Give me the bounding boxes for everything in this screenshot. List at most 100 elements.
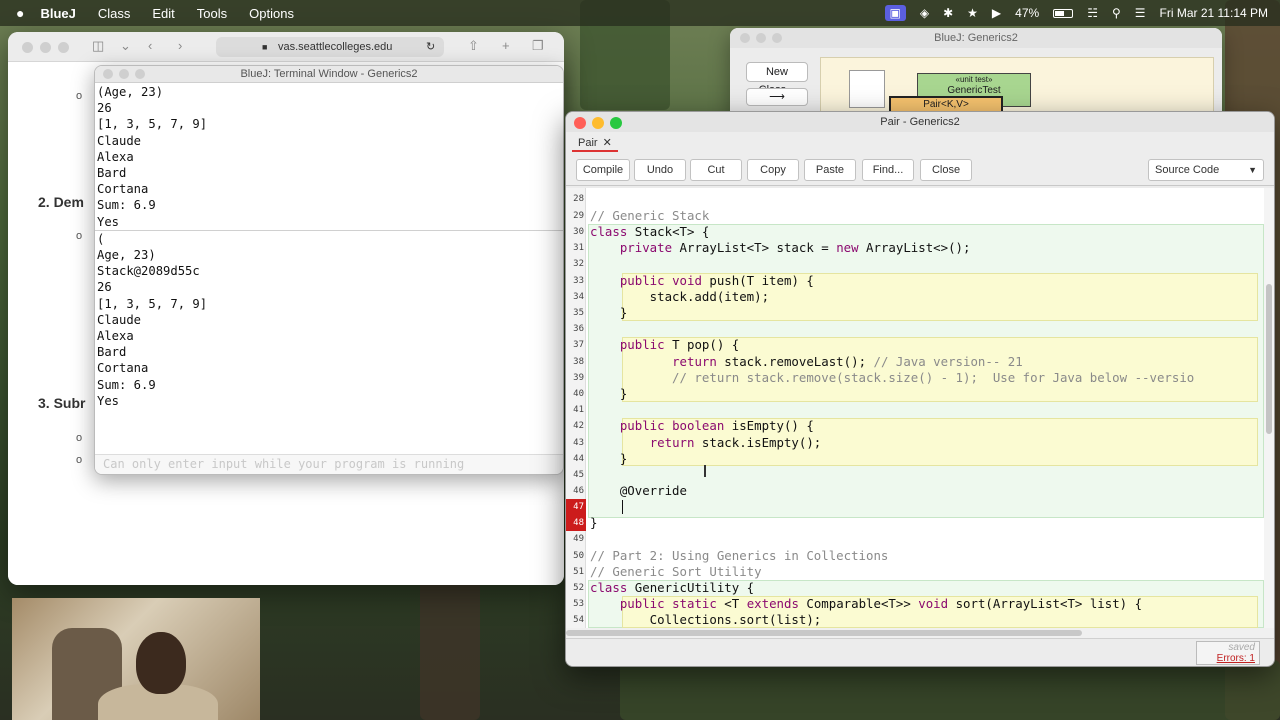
menu-item-edit[interactable]: Edit <box>152 6 174 21</box>
background-tree <box>620 660 1280 720</box>
cut-button[interactable]: Cut <box>690 159 742 181</box>
minimize-button[interactable] <box>756 33 766 43</box>
output-block-1: (Age, 23) 26 [1, 3, 5, 7, 9] Claude Alex… <box>95 84 563 230</box>
line-number: 51 <box>573 567 584 577</box>
editor-status-bar: saved Errors: 1 <box>566 638 1274 666</box>
terminal-input-field[interactable]: Can only enter input while your program … <box>95 454 563 474</box>
code-text: public static <T extends Comparable<T>> … <box>619 596 1143 611</box>
chevron-down-icon: ▼ <box>1248 165 1257 175</box>
code-line: 31 private ArrayList<T> stack = new Arra… <box>566 240 1274 256</box>
line-number: 50 <box>573 551 584 561</box>
menu-item-options[interactable]: Options <box>249 6 294 21</box>
lock-icon: ■ <box>262 42 268 52</box>
apple-icon[interactable]: ● <box>16 5 24 21</box>
network-icon[interactable]: ★ <box>967 6 978 20</box>
bluetooth-icon[interactable]: ✱ <box>943 6 953 20</box>
minimize-button[interactable] <box>40 42 51 53</box>
line-number-error[interactable]: 47 <box>566 499 586 516</box>
new-class-button[interactable]: New Class... <box>746 62 808 96</box>
close-button[interactable] <box>22 42 33 53</box>
scroll-thumb[interactable] <box>1266 284 1272 434</box>
output-line: Sum: 6.9 <box>97 377 156 392</box>
reload-icon[interactable]: ↻ <box>426 37 435 57</box>
zoom-button[interactable] <box>610 117 622 129</box>
line-number: 42 <box>573 421 584 431</box>
line-number: 52 <box>573 583 584 593</box>
sidebar-icon[interactable]: ◫ <box>92 38 104 54</box>
output-line: Bard <box>97 166 127 181</box>
line-number-error[interactable]: 48 <box>566 515 586 532</box>
code-line: 37 public T pop() { <box>566 337 1274 353</box>
battery-icon[interactable] <box>1053 8 1074 18</box>
line-number: 54 <box>573 615 584 625</box>
share-icon[interactable]: ⇧ <box>468 38 479 54</box>
back-icon[interactable]: ‹ <box>148 38 152 53</box>
line-number: 32 <box>573 259 584 269</box>
readme-icon[interactable] <box>849 70 885 108</box>
close-button[interactable] <box>574 117 586 129</box>
bullet: o <box>76 90 83 102</box>
search-icon[interactable]: ⚲ <box>1112 6 1121 20</box>
line-number: 34 <box>573 292 584 302</box>
chevron-down-icon[interactable]: ⌄ <box>120 38 131 54</box>
scroll-thumb[interactable] <box>566 630 1082 636</box>
menu-item-class[interactable]: Class <box>98 6 131 21</box>
control-center-icon[interactable]: ☰ <box>1135 6 1146 20</box>
stereotype-label: «unit test» <box>955 75 993 84</box>
code-text: public boolean isEmpty() { <box>619 418 814 433</box>
undo-button[interactable]: Undo <box>634 159 686 181</box>
compile-button[interactable]: Compile <box>576 159 630 181</box>
line-number: 53 <box>573 599 584 609</box>
zoom-button[interactable] <box>135 69 145 79</box>
zoom-button[interactable] <box>58 42 69 53</box>
menu-app-name[interactable]: BlueJ <box>40 6 75 21</box>
inheritance-arrow-button[interactable]: ⟶ <box>746 88 808 106</box>
forward-icon[interactable]: › <box>178 38 182 53</box>
play-icon[interactable]: ▶ <box>992 6 1001 20</box>
editor-window: Pair - Generics2 Pair ✕ Compile Undo Cut … <box>565 111 1275 667</box>
close-icon[interactable]: ✕ <box>603 137 612 149</box>
minimize-button[interactable] <box>119 69 129 79</box>
output-line: Sum: 6.9 <box>97 198 156 213</box>
code-line: 43 return stack.isEmpty(); <box>566 435 1274 451</box>
vertical-scrollbar[interactable] <box>1264 188 1274 628</box>
code-text: Collections.sort(list); <box>590 612 822 627</box>
close-button[interactable] <box>103 69 113 79</box>
horizontal-scrollbar[interactable] <box>566 628 1274 638</box>
sync-icon[interactable]: ◈ <box>920 6 929 20</box>
bluej-project-window: BlueJ: Generics2 New Class... ⟶ «unit te… <box>730 28 1222 123</box>
wifi-icon[interactable]: ☵ <box>1087 6 1098 20</box>
code-text: @Override <box>619 483 687 498</box>
view-mode-select[interactable]: Source Code ▼ <box>1148 159 1264 181</box>
line-number: 46 <box>573 486 584 496</box>
line-number: 35 <box>573 308 584 318</box>
output-line: Claude <box>97 133 142 148</box>
code-line: 30 class Stack<T> { <box>566 224 1274 240</box>
tabs-overview-icon[interactable]: ❐ <box>532 38 544 54</box>
menu-clock[interactable]: Fri Mar 21 11:14 PM <box>1160 6 1268 20</box>
tab-pair[interactable]: Pair ✕ <box>572 134 618 152</box>
zoom-button[interactable] <box>772 33 782 43</box>
code-text: private ArrayList<T> stack = new ArrayLi… <box>619 240 971 255</box>
output-line: Alexa <box>97 329 134 344</box>
code-line: 46 @Override <box>566 483 1274 499</box>
code-text: } <box>590 386 628 401</box>
code-line: 50 // Part 2: Using Generics in Collectio… <box>566 548 1274 564</box>
code-editor[interactable]: 28 29 // Generic Stack 30 class Stack<T> {… <box>566 188 1274 628</box>
address-bar[interactable]: ■ vas.seattlecolleges.edu ↻ <box>216 37 444 57</box>
copy-button[interactable]: Copy <box>747 159 799 181</box>
menu-item-tools[interactable]: Tools <box>197 6 227 21</box>
terminal-output[interactable]: (Age, 23) 26 [1, 3, 5, 7, 9] Claude Alex… <box>95 84 563 424</box>
close-button[interactable]: Close <box>920 159 972 181</box>
minimize-button[interactable] <box>592 117 604 129</box>
code-line: 51 // Generic Sort Utility <box>566 564 1274 580</box>
code-line: 42 public boolean isEmpty() { <box>566 418 1274 434</box>
paste-button[interactable]: Paste <box>804 159 856 181</box>
line-number: 49 <box>573 534 584 544</box>
errors-link[interactable]: Errors: 1 <box>1197 653 1255 664</box>
close-button[interactable] <box>740 33 750 43</box>
new-tab-icon[interactable]: + <box>502 38 510 53</box>
find-button[interactable]: Find... <box>862 159 914 181</box>
screen-mirror-icon[interactable]: ▣ <box>884 5 906 21</box>
status-indicator[interactable]: saved Errors: 1 <box>1196 641 1260 665</box>
